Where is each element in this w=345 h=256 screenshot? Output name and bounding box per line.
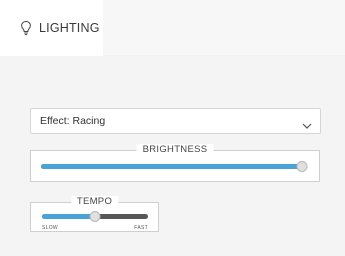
chevron-down-icon bbox=[302, 117, 312, 129]
tempo-slider-fill bbox=[42, 214, 95, 219]
tempo-slider-track[interactable] bbox=[42, 211, 148, 222]
brightness-slider-track[interactable] bbox=[41, 161, 308, 172]
effect-select-value: Effect: Racing bbox=[40, 115, 106, 127]
brightness-slider-thumb[interactable] bbox=[296, 161, 308, 172]
tempo-max-label: FAST bbox=[134, 225, 148, 231]
tempo-min-label: SLOW bbox=[42, 225, 58, 231]
effect-select[interactable]: Effect: Racing bbox=[30, 108, 321, 134]
tempo-group: TEMPO SLOW FAST bbox=[30, 196, 159, 232]
brightness-label: BRIGHTNESS bbox=[136, 144, 214, 155]
brightness-slider-fill bbox=[41, 164, 302, 169]
lightbulb-icon bbox=[19, 20, 33, 36]
brightness-group: BRIGHTNESS bbox=[30, 144, 320, 182]
tab-bar: LIGHTING bbox=[0, 0, 345, 56]
tab-lighting[interactable]: LIGHTING bbox=[0, 0, 103, 56]
tempo-label: TEMPO bbox=[70, 196, 119, 207]
tempo-slider-thumb[interactable] bbox=[89, 211, 101, 222]
tab-lighting-label: LIGHTING bbox=[39, 21, 100, 35]
